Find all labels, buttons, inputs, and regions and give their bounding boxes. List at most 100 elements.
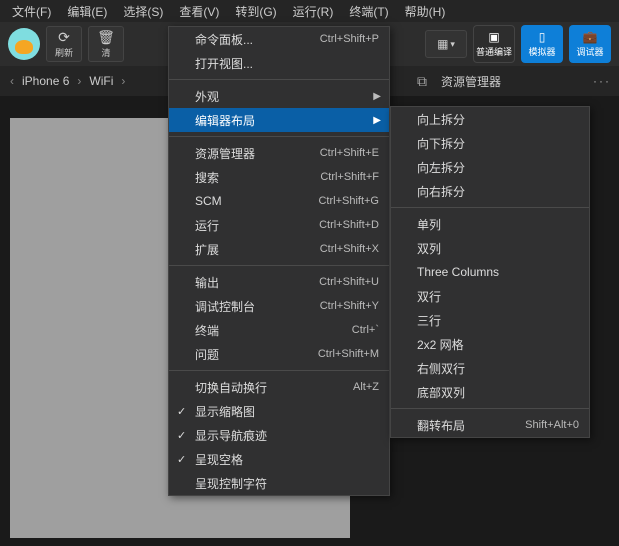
menu-shortcut: Ctrl+Shift+Y: [320, 300, 379, 312]
menu-shortcut: Ctrl+Shift+M: [318, 348, 379, 360]
menu-item-label: 扩展: [195, 241, 219, 258]
menu-item-label: 显示缩略图: [195, 403, 255, 420]
simulator-label: 模拟器: [528, 45, 555, 58]
menu-item[interactable]: 命令面板...Ctrl+Shift+P: [169, 27, 389, 51]
compile-button[interactable]: ▣ 普通编译: [473, 25, 515, 63]
menu-item-label: 打开视图...: [195, 55, 253, 72]
menu-separator: [169, 370, 389, 371]
menu-item[interactable]: Three Columns: [391, 260, 589, 284]
menu-item[interactable]: ✓呈现空格: [169, 447, 389, 471]
menu-item-label: 呈现控制字符: [195, 475, 267, 492]
check-icon: ✓: [177, 429, 186, 442]
menu-item-label: 问题: [195, 346, 219, 363]
menubar-item[interactable]: 查看(V): [171, 1, 227, 22]
menu-item[interactable]: 调试控制台Ctrl+Shift+Y: [169, 294, 389, 318]
chevron-left-icon[interactable]: ‹: [10, 74, 14, 88]
menu-item[interactable]: 向下拆分: [391, 131, 589, 155]
menu-item[interactable]: 右侧双行: [391, 356, 589, 380]
menu-item[interactable]: 编辑器布局 ▶: [169, 108, 389, 132]
menu-item-label: 向下拆分: [417, 135, 465, 152]
grid-icon: ▦: [437, 37, 448, 51]
explorer-title: 资源管理器: [441, 73, 501, 90]
menu-item[interactable]: 运行 Ctrl+Shift+D: [169, 213, 389, 237]
layout-grid-button[interactable]: ▦▾: [425, 30, 467, 58]
menu-item[interactable]: ✓显示缩略图: [169, 399, 389, 423]
menu-item-label: 编辑器布局: [195, 112, 255, 129]
menu-item-label: 2x2 网格: [417, 336, 464, 353]
compile-label: 普通编译: [476, 45, 512, 58]
menu-item[interactable]: 输出 Ctrl+Shift+U: [169, 270, 389, 294]
menu-item[interactable]: 三行: [391, 308, 589, 332]
menu-item-label: 运行: [195, 217, 219, 234]
menu-item-label: Three Columns: [417, 265, 499, 279]
menu-item[interactable]: 翻转布局Shift+Alt+0: [391, 413, 589, 437]
debugger-button[interactable]: 💼 调试器: [569, 25, 611, 63]
menu-item[interactable]: 呈现控制字符: [169, 471, 389, 495]
debugger-label: 调试器: [576, 45, 603, 58]
menu-item[interactable]: 外观 ▶: [169, 84, 389, 108]
menubar-item[interactable]: 运行(R): [285, 1, 342, 22]
menu-item[interactable]: 底部双列: [391, 380, 589, 404]
menu-shortcut: Ctrl+Shift+X: [320, 243, 379, 255]
menubar-item[interactable]: 编辑(E): [59, 1, 115, 22]
menu-item[interactable]: 双列: [391, 236, 589, 260]
menu-item[interactable]: 问题 Ctrl+Shift+M: [169, 342, 389, 366]
menu-shortcut: Ctrl+Shift+F: [320, 171, 379, 183]
files-icon[interactable]: ⧉: [413, 72, 431, 90]
compile-icon: ▣: [488, 30, 499, 44]
menu-separator: [169, 265, 389, 266]
menu-item[interactable]: 资源管理器Ctrl+Shift+E: [169, 141, 389, 165]
menu-item[interactable]: 扩展 Ctrl+Shift+X: [169, 237, 389, 261]
menubar-item[interactable]: 帮助(H): [397, 1, 454, 22]
menu-item-label: 右侧双行: [417, 360, 465, 377]
more-icon[interactable]: ···: [593, 74, 611, 88]
menu-item[interactable]: 切换自动换行Alt+Z: [169, 375, 389, 399]
menu-separator: [169, 136, 389, 137]
menu-item-label: 外观: [195, 88, 219, 105]
menu-item[interactable]: 2x2 网格: [391, 332, 589, 356]
menu-item-label: 显示导航痕迹: [195, 427, 267, 444]
menubar-item[interactable]: 文件(F): [4, 1, 59, 22]
clear-button[interactable]: 🗑 清: [88, 26, 124, 62]
menu-item[interactable]: 搜索Ctrl+Shift+F: [169, 165, 389, 189]
menubar-item[interactable]: 选择(S): [115, 1, 171, 22]
menu-item[interactable]: SCMCtrl+Shift+G: [169, 189, 389, 213]
menu-item[interactable]: 向右拆分: [391, 179, 589, 203]
menu-separator: [169, 79, 389, 80]
menu-item[interactable]: 向上拆分: [391, 107, 589, 131]
menu-shortcut: Ctrl+Shift+U: [319, 276, 379, 288]
chevron-right-icon: ›: [121, 74, 125, 88]
menu-shortcut: Ctrl+Shift+D: [319, 219, 379, 231]
breadcrumb-network[interactable]: WiFi: [89, 74, 113, 88]
menu-item-label: 三行: [417, 312, 441, 329]
menu-item[interactable]: 单列: [391, 212, 589, 236]
menu-separator: [391, 408, 589, 409]
menu-item[interactable]: 终端Ctrl+`: [169, 318, 389, 342]
clear-label: 清: [101, 46, 110, 59]
menu-item-label: 输出: [195, 274, 219, 291]
menu-item[interactable]: ✓ 显示导航痕迹: [169, 423, 389, 447]
refresh-button[interactable]: ⟳ 刷新: [46, 26, 82, 62]
menubar-item[interactable]: 转到(G): [227, 1, 284, 22]
menu-item[interactable]: 双行: [391, 284, 589, 308]
menu-item-label: 切换自动换行: [195, 379, 267, 396]
app-logo: [8, 28, 40, 60]
menu-item-label: 向右拆分: [417, 183, 465, 200]
chevron-right-icon: ›: [77, 74, 81, 88]
refresh-icon: ⟳: [58, 29, 70, 45]
simulator-button[interactable]: ▯ 模拟器: [521, 25, 563, 63]
chevron-right-icon: ▶: [373, 115, 381, 126]
menu-item-label: 单列: [417, 216, 441, 233]
menu-item[interactable]: 向左拆分: [391, 155, 589, 179]
menubar-item[interactable]: 终端(T): [341, 1, 396, 22]
view-menu: 命令面板...Ctrl+Shift+P 打开视图... 外观 ▶ 编辑器布局 ▶ 资源管理器…: [168, 26, 390, 496]
menu-item[interactable]: 打开视图...: [169, 51, 389, 75]
phone-icon: ▯: [539, 30, 546, 44]
menu-item-label: 向左拆分: [417, 159, 465, 176]
menu-item-label: 呈现空格: [195, 451, 243, 468]
breadcrumb-device[interactable]: iPhone 6: [22, 74, 69, 88]
chevron-right-icon: ▶: [373, 91, 381, 102]
menu-separator: [391, 207, 589, 208]
menu-item-label: 命令面板...: [195, 31, 253, 48]
menu-item-label: 资源管理器: [195, 145, 255, 162]
